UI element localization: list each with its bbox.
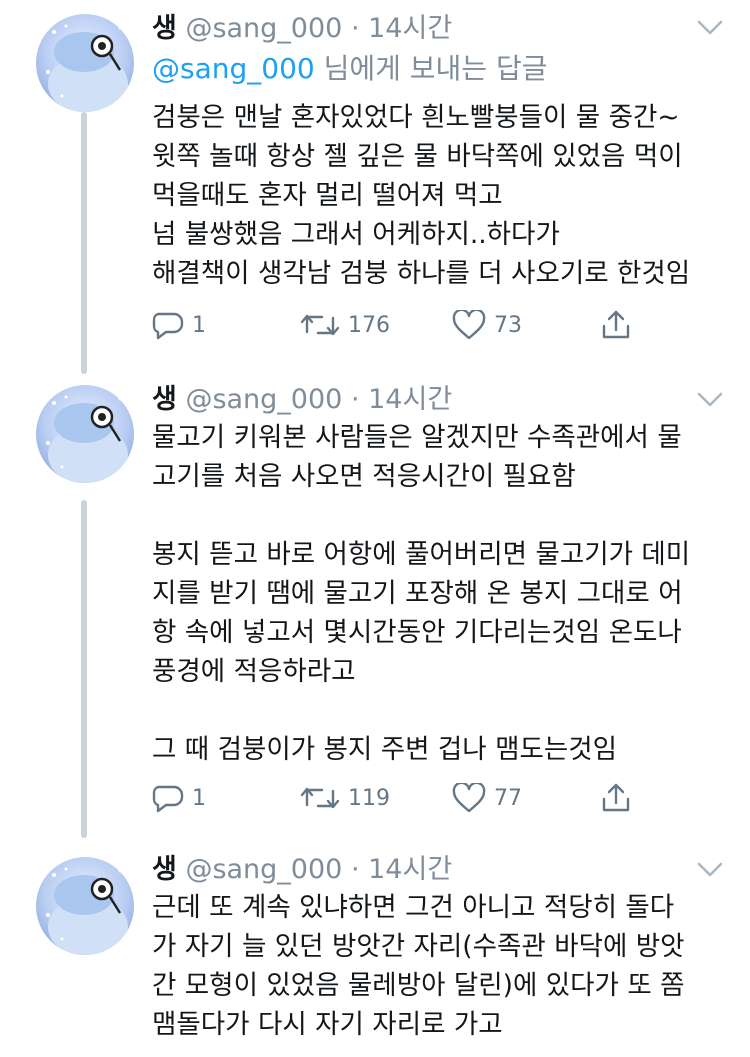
share-button[interactable] xyxy=(600,305,632,345)
tweet-header: 생 @sang_000 · 14시간 xyxy=(152,383,452,417)
tweet[interactable]: 생 @sang_000 · 14시간 근데 또 계속 있냐하면 그건 아니고 적… xyxy=(0,848,750,1057)
chevron-down-icon[interactable] xyxy=(697,862,723,878)
tweet-actions: 1 176 73 xyxy=(152,305,652,345)
like-button[interactable]: 73 xyxy=(452,305,522,345)
reply-button[interactable]: 1 xyxy=(152,305,206,345)
avatar[interactable] xyxy=(36,857,134,955)
like-count: 77 xyxy=(494,785,522,811)
like-button[interactable]: 77 xyxy=(452,778,522,818)
retweet-button[interactable]: 119 xyxy=(300,778,390,818)
heart-icon xyxy=(452,310,486,340)
handle[interactable]: @sang_000 xyxy=(185,854,342,885)
replying-suffix: 님에게 보내는 답글 xyxy=(314,52,548,85)
display-name[interactable]: 생 xyxy=(152,13,177,44)
retweet-button[interactable]: 176 xyxy=(300,305,390,345)
tweet-text: 검붕은 맨날 혼자있었다 흰노빨붕들이 물 중간~ 윗쪽 놀때 항상 젤 깊은 … xyxy=(152,102,691,289)
tweet-header: 생 @sang_000 · 14시간 xyxy=(152,12,452,46)
retweet-count: 176 xyxy=(348,312,390,338)
speech-bubble-icon xyxy=(152,312,184,340)
share-icon xyxy=(602,310,630,339)
speech-bubble-icon xyxy=(152,785,184,813)
retweet-icon xyxy=(300,787,340,809)
reply-button[interactable]: 1 xyxy=(152,778,206,818)
tweet-header: 생 @sang_000 · 14시간 xyxy=(152,853,452,887)
separator-dot: · xyxy=(350,13,360,44)
handle[interactable]: @sang_000 xyxy=(185,13,342,44)
avatar[interactable] xyxy=(36,14,134,112)
avatar[interactable] xyxy=(36,385,134,483)
tweet-text: 물고기 키워본 사람들은 알겠지만 수족관에서 물 고기를 처음 사오면 적응시… xyxy=(152,422,691,765)
timestamp[interactable]: 14시간 xyxy=(368,13,452,44)
separator-dot: · xyxy=(350,384,360,415)
tweet-actions: 1 119 77 xyxy=(152,778,652,818)
reply-mention-link[interactable]: @sang_000 xyxy=(152,52,315,85)
share-button[interactable] xyxy=(600,778,632,818)
like-count: 73 xyxy=(494,312,522,338)
tweet[interactable]: 생 @sang_000 · 14시간 @sang_000 님에게 보내는 답글 … xyxy=(0,0,750,372)
heart-icon xyxy=(452,783,486,813)
reply-count: 1 xyxy=(192,785,206,811)
display-name[interactable]: 생 xyxy=(152,384,177,415)
timestamp[interactable]: 14시간 xyxy=(368,854,452,885)
tweet[interactable]: 생 @sang_000 · 14시간 물고기 키워본 사람들은 알겠지만 수족관… xyxy=(0,372,750,848)
tweet-text: 근데 또 계속 있냐하면 그건 아니고 적당히 돌다 가 자기 늘 있던 방앗간… xyxy=(152,892,685,1040)
replying-to: @sang_000 님에게 보내는 답글 xyxy=(152,52,548,86)
reply-count: 1 xyxy=(192,312,206,338)
chevron-down-icon[interactable] xyxy=(697,20,723,36)
timestamp[interactable]: 14시간 xyxy=(368,384,452,415)
handle[interactable]: @sang_000 xyxy=(185,384,342,415)
chevron-down-icon[interactable] xyxy=(697,392,723,408)
display-name[interactable]: 생 xyxy=(152,854,177,885)
separator-dot: · xyxy=(350,854,360,885)
retweet-icon xyxy=(300,314,340,336)
share-icon xyxy=(602,783,630,812)
retweet-count: 119 xyxy=(348,785,390,811)
